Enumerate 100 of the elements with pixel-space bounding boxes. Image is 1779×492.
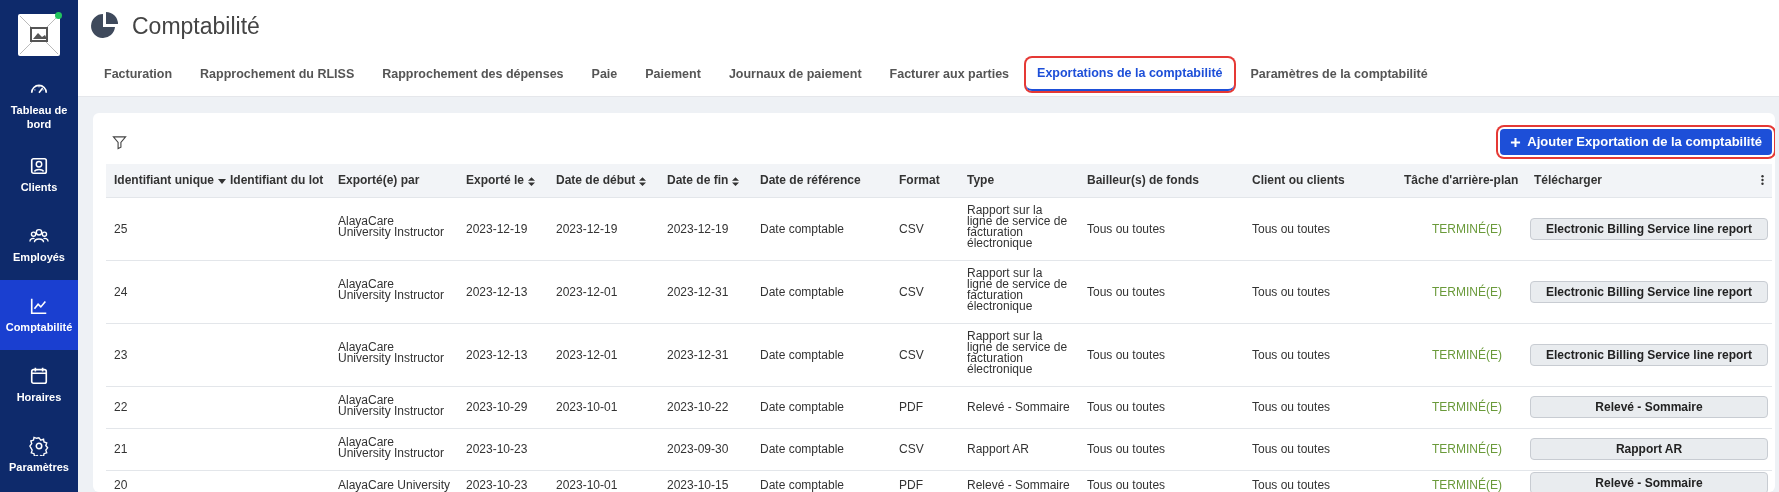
tab[interactable]: Facturation	[93, 57, 184, 91]
sidebar-item[interactable]: Horaires	[0, 350, 78, 420]
table-cell: Date comptable	[760, 286, 845, 298]
download-button[interactable]: Electronic Billing Service line report	[1530, 343, 1768, 366]
table-cell: 25	[114, 223, 128, 235]
plus-icon	[1510, 136, 1522, 148]
table-cell: Relevé - Sommaire	[967, 402, 1070, 413]
status-text: TERMINÉ(E)	[1432, 479, 1502, 491]
table-cell: Tous ou toutes	[1087, 479, 1166, 491]
table-cell: Rapport AR	[967, 444, 1030, 455]
table-cell: CSV	[899, 223, 924, 235]
table-cell: 2023-12-31	[667, 349, 729, 361]
column-header[interactable]: Télécharger	[1526, 164, 1772, 197]
table-cell: CSV	[899, 349, 924, 361]
table-cell: 2023-10-15	[667, 479, 729, 491]
table-cell: Tous ou toutes	[1087, 286, 1166, 298]
sort-icon[interactable]	[732, 176, 740, 186]
column-header[interactable]: Date de référence	[752, 164, 891, 197]
table-cell: CSV	[899, 444, 924, 455]
table-cell: 2023-12-19	[667, 223, 729, 235]
table-cell: Tous ou toutes	[1087, 444, 1166, 455]
column-header[interactable]: Type	[959, 164, 1079, 197]
column-header[interactable]: Tâche d'arrière-plan	[1396, 164, 1526, 197]
status-text: TERMINÉ(E)	[1432, 349, 1502, 361]
tab[interactable]: Paie	[580, 57, 629, 91]
sidebar-item[interactable]: Employés	[0, 210, 78, 280]
table-cell: Tous ou toutes	[1087, 349, 1166, 361]
sidebar-item[interactable]: Paramètres	[0, 420, 78, 490]
table-cell-text: AlayaCare University Instructor	[338, 436, 446, 459]
table-cell-text: Rapport sur la ligne de service de facturation électronique	[967, 268, 1069, 312]
table-cell: 2023-09-30	[667, 444, 729, 455]
status-text: TERMINÉ(E)	[1432, 286, 1502, 298]
column-header[interactable]: Date de début	[548, 164, 659, 197]
table-cell: Tous ou toutes	[1087, 223, 1166, 235]
table-cell: Date comptable	[760, 349, 845, 361]
column-header[interactable]: Identifiant unique	[106, 164, 222, 197]
download-button[interactable]: Relevé - Sommaire	[1530, 396, 1768, 418]
column-header[interactable]: Bailleur(s) de fonds	[1079, 164, 1244, 197]
tab[interactable]: Paramètres de la comptabilité	[1239, 57, 1439, 91]
column-header[interactable]: Date de fin	[659, 164, 752, 197]
table-cell: PDF	[899, 479, 923, 491]
sort-icon[interactable]	[528, 176, 536, 186]
table-cell: Relevé - Sommaire	[967, 479, 1070, 491]
table-cell: Date comptable	[760, 444, 845, 455]
table-cell: Tous ou toutes	[1252, 286, 1331, 298]
more-options-icon[interactable]	[1761, 174, 1764, 186]
status-text: TERMINÉ(E)	[1432, 223, 1502, 235]
table-cell: Tous ou toutes	[1252, 479, 1331, 491]
table-cell: Date comptable	[760, 479, 845, 491]
table-cell-text: AlayaCare University Instructor	[338, 279, 446, 301]
table-cell: 2023-12-01	[556, 286, 618, 298]
table-cell: 23	[114, 349, 128, 361]
table-cell: 20	[114, 479, 128, 491]
table-cell-text: Rapport sur la ligne de service de facturation électronique	[967, 331, 1069, 375]
table-cell: AlayaCare University	[338, 479, 451, 491]
tab[interactable]: Paiement	[634, 57, 712, 91]
tab[interactable]: Rapprochement du RLISS	[189, 57, 366, 91]
table-cell: Date comptable	[760, 402, 845, 413]
download-button[interactable]: Rapport AR	[1530, 438, 1768, 460]
table-cell: Tous ou toutes	[1252, 402, 1331, 413]
calendar-icon	[29, 366, 49, 386]
table-cell: 2023-12-19	[556, 223, 618, 235]
table-cell: 21	[114, 444, 128, 455]
sort-icon[interactable]	[639, 176, 647, 186]
table-cell-text: AlayaCare University Instructor	[338, 216, 446, 238]
table-cell: 2023-10-01	[556, 479, 618, 491]
table-cell: 2023-12-13	[466, 286, 528, 298]
tab[interactable]: Exportations de la comptabilité	[1026, 57, 1234, 91]
table-cell: Tous ou toutes	[1252, 223, 1331, 235]
download-button[interactable]: Electronic Billing Service line report	[1530, 280, 1768, 303]
table-cell: 2023-10-23	[466, 479, 528, 491]
table-cell: 2023-10-23	[466, 444, 528, 455]
table-cell: 2023-12-13	[466, 349, 528, 361]
table-cell: Date comptable	[760, 223, 845, 235]
column-header[interactable]: Identifiant du lot	[222, 164, 330, 197]
line-chart-icon	[29, 296, 49, 316]
sort-descending-icon[interactable]	[218, 177, 226, 186]
table-cell-text: Rapport sur la ligne de service de facturation électronique	[967, 205, 1069, 249]
table-cell: Tous ou toutes	[1252, 444, 1331, 455]
filter-icon[interactable]	[112, 134, 127, 150]
sidebar-item[interactable]: Clients	[0, 140, 78, 210]
tab[interactable]: Journaux de paiement	[717, 57, 873, 91]
download-button[interactable]: Electronic Billing Service line report	[1530, 217, 1768, 240]
column-header[interactable]: Exporté(e) par	[330, 164, 458, 197]
column-header[interactable]: Client ou clients	[1244, 164, 1396, 197]
download-button[interactable]: Relevé - Sommaire	[1530, 471, 1768, 492]
column-header[interactable]: Exporté le	[458, 164, 548, 197]
sidebar-item[interactable]: Tableau de bord	[0, 70, 78, 140]
table-cell: Tous ou toutes	[1087, 402, 1166, 413]
settings-icon	[29, 436, 49, 456]
page-title: Comptabilité	[132, 11, 260, 41]
table-cell: 2023-12-19	[466, 223, 528, 235]
person-card-icon	[29, 156, 49, 176]
column-header[interactable]: Format	[891, 164, 959, 197]
table-cell: PDF	[899, 402, 923, 413]
tab[interactable]: Rapprochement des dépenses	[371, 57, 575, 91]
sidebar-item[interactable]: Comptabilité	[0, 280, 78, 350]
table-cell: CSV	[899, 286, 924, 298]
pie-chart-icon	[90, 11, 120, 41]
tab[interactable]: Facturer aux parties	[878, 57, 1021, 91]
